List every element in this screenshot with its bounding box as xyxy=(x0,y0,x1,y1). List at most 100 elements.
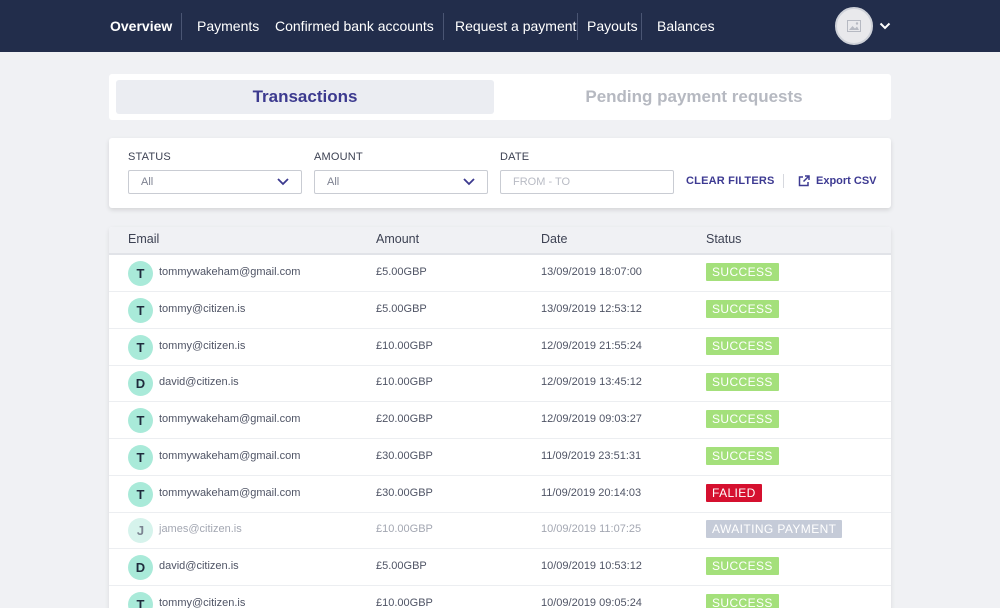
chevron-down-icon xyxy=(277,178,289,186)
date-cell: 11/09/2019 23:51:31 xyxy=(541,449,642,462)
chevron-down-icon xyxy=(463,178,475,186)
email-cell: david@citizen.is xyxy=(159,560,239,572)
column-header-email[interactable]: Email xyxy=(128,232,159,246)
email-cell: james@citizen.is xyxy=(159,523,242,536)
avatar: T xyxy=(128,297,153,323)
top-nav: Overview Payments Confirmed bank account… xyxy=(0,0,1000,52)
nav-divider xyxy=(443,13,444,40)
table-row[interactable]: Ttommywakeham@gmail.com £30.00GBP 11/09/20… xyxy=(109,439,891,476)
date-cell: 13/09/2019 12:53:12 xyxy=(541,302,642,315)
column-header-amount[interactable]: Amount xyxy=(376,232,419,246)
filter-panel: STATUS All AMOUNT All DATE FROM - TO CLE… xyxy=(109,138,891,208)
nav-item-balances[interactable]: Balances xyxy=(657,0,715,52)
status-badge: AWAITING PAYMENT xyxy=(706,520,843,539)
table-row[interactable]: Ttommywakeham@gmail.com £20.00GBP 12/09/20… xyxy=(109,402,891,439)
amount-cell: £10.00GBP xyxy=(376,339,433,352)
avatar: D xyxy=(128,555,153,580)
date-range-placeholder: FROM - TO xyxy=(513,176,571,188)
user-avatar-button[interactable] xyxy=(835,7,873,45)
table-header: Email Amount Date Status xyxy=(109,227,891,255)
date-cell: 13/09/2019 18:07:00 xyxy=(541,266,642,278)
export-csv-button[interactable]: Export CSV xyxy=(798,175,877,187)
amount-filter-label: AMOUNT xyxy=(314,151,363,163)
status-badge: SUCCESS xyxy=(706,373,779,392)
date-cell: 12/09/2019 09:03:27 xyxy=(541,413,642,425)
table-row[interactable]: Ttommywakeham@gmail.com £5.00GBP 13/09/201… xyxy=(109,255,891,292)
amount-cell: £10.00GBP xyxy=(376,596,433,608)
status-badge: SUCCESS xyxy=(706,299,779,318)
nav-item-confirmed-bank-accounts[interactable]: Confirmed bank accounts xyxy=(275,0,434,52)
date-range-input[interactable]: FROM - TO xyxy=(500,170,674,194)
table-row[interactable]: Ttommy@citizen.is £10.00GBP 10/09/2019 09:… xyxy=(109,586,891,608)
date-cell: 12/09/2019 13:45:12 xyxy=(541,376,642,389)
date-cell: 10/09/2019 11:07:25 xyxy=(541,523,642,536)
nav-divider xyxy=(577,13,578,40)
avatar: J xyxy=(128,518,153,544)
status-badge: SUCCESS xyxy=(706,263,779,281)
image-placeholder-icon xyxy=(847,20,861,32)
avatar: D xyxy=(128,371,153,397)
chevron-down-icon[interactable] xyxy=(878,19,892,33)
date-cell: 12/09/2019 21:55:24 xyxy=(541,339,642,352)
email-cell: tommywakeham@gmail.com xyxy=(159,266,301,278)
email-cell: tommywakeham@gmail.com xyxy=(159,486,301,499)
email-cell: tommy@citizen.is xyxy=(159,339,246,352)
status-badge: SUCCESS xyxy=(706,410,779,428)
email-cell: tommywakeham@gmail.com xyxy=(159,449,301,462)
amount-cell: £5.00GBP xyxy=(376,560,427,572)
amount-cell: £5.00GBP xyxy=(376,302,427,315)
nav-item-overview[interactable]: Overview xyxy=(110,0,172,52)
avatar: T xyxy=(128,408,153,433)
date-cell: 10/09/2019 10:53:12 xyxy=(541,560,642,572)
amount-filter-select[interactable]: All xyxy=(314,170,488,194)
table-row[interactable]: Ttommy@citizen.is £5.00GBP 13/09/2019 12:5… xyxy=(109,292,891,329)
avatar: T xyxy=(128,334,153,360)
amount-filter-value: All xyxy=(327,176,340,188)
date-cell: 11/09/2019 20:14:03 xyxy=(541,486,642,499)
transactions-table: Email Amount Date Status Ttommywakeham@g… xyxy=(109,227,891,608)
email-cell: tommywakeham@gmail.com xyxy=(159,413,301,425)
nav-item-payouts[interactable]: Payouts xyxy=(587,0,638,52)
divider xyxy=(783,174,784,188)
amount-cell: £10.00GBP xyxy=(376,523,433,536)
column-header-date[interactable]: Date xyxy=(541,232,567,246)
amount-cell: £20.00GBP xyxy=(376,413,433,425)
nav-item-request-a-payment[interactable]: Request a payment xyxy=(455,0,576,52)
status-badge: SUCCESS xyxy=(706,593,779,608)
column-header-status[interactable]: Status xyxy=(706,232,741,246)
email-cell: david@citizen.is xyxy=(159,376,239,389)
table-row[interactable]: Ttommy@citizen.is £10.00GBP 12/09/2019 21:… xyxy=(109,329,891,366)
avatar: T xyxy=(128,261,153,286)
status-badge: SUCCESS xyxy=(706,557,779,575)
status-badge: SUCCESS xyxy=(706,446,779,465)
tab-transactions[interactable]: Transactions xyxy=(116,80,494,114)
export-csv-label: Export CSV xyxy=(816,175,877,187)
table-row[interactable]: Jjames@citizen.is £10.00GBP 10/09/2019 11:… xyxy=(109,512,891,550)
date-filter-label: DATE xyxy=(500,151,530,163)
table-row[interactable]: Ttommywakeham@gmail.com £30.00GBP 11/09/20… xyxy=(109,476,891,513)
status-badge: SUCCESS xyxy=(706,336,779,355)
nav-divider xyxy=(181,13,182,40)
email-cell: tommy@citizen.is xyxy=(159,596,246,608)
amount-cell: £10.00GBP xyxy=(376,376,433,389)
avatar: T xyxy=(128,444,153,470)
tabs: Transactions Pending payment requests xyxy=(109,74,891,120)
avatar: T xyxy=(128,591,153,608)
amount-cell: £30.00GBP xyxy=(376,449,433,462)
external-link-icon xyxy=(798,175,810,187)
amount-cell: £5.00GBP xyxy=(376,266,427,278)
status-filter-select[interactable]: All xyxy=(128,170,302,194)
clear-filters-button[interactable]: CLEAR FILTERS xyxy=(686,175,775,187)
status-filter-label: STATUS xyxy=(128,151,171,163)
nav-divider xyxy=(641,13,642,40)
table-row[interactable]: Ddavid@citizen.is £10.00GBP 12/09/2019 13:… xyxy=(109,365,891,403)
email-cell: tommy@citizen.is xyxy=(159,302,246,315)
tab-pending-payment-requests[interactable]: Pending payment requests xyxy=(504,80,884,114)
amount-cell: £30.00GBP xyxy=(376,486,433,499)
date-cell: 10/09/2019 09:05:24 xyxy=(541,596,642,608)
status-filter-value: All xyxy=(141,176,154,188)
avatar: T xyxy=(128,481,153,507)
status-badge: FALIED xyxy=(706,483,762,502)
table-row[interactable]: Ddavid@citizen.is £5.00GBP 10/09/2019 10:5… xyxy=(109,549,891,586)
nav-item-payments[interactable]: Payments xyxy=(197,0,259,52)
